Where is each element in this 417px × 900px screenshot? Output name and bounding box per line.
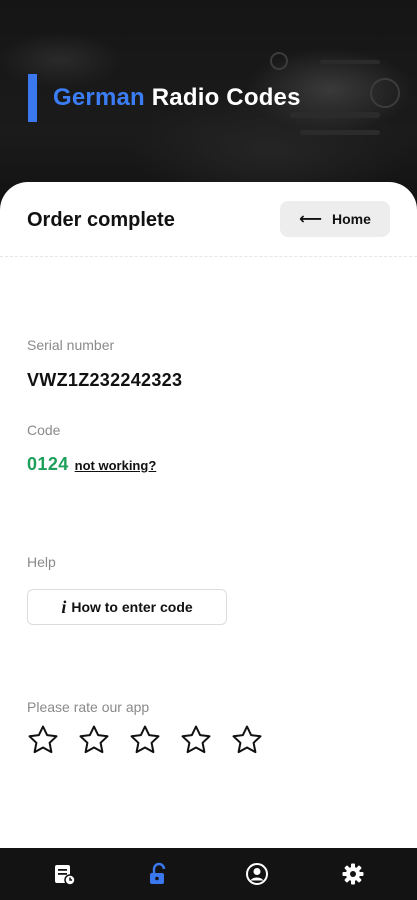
nav-orders[interactable] [52,862,76,886]
order-complete-sheet: Order complete ⟵ Home Serial number VWZ1… [0,182,417,848]
brand-accent-bar [28,74,37,122]
star-icon[interactable] [129,724,161,756]
app-title-accent: German [53,84,145,111]
radio-slot-decoration [290,112,380,118]
radio-slot-decoration [300,130,380,135]
radio-knob-decoration [370,78,400,108]
unlock-icon [150,862,166,884]
page-title: Order complete [27,209,175,231]
app-brand: German Radio Codes [28,74,301,122]
home-button[interactable]: ⟵ Home [280,201,390,237]
nav-settings[interactable] [341,862,365,886]
radio-slot-decoration [320,60,380,64]
how-to-enter-code-button[interactable]: i How to enter code [27,589,227,625]
star-icon[interactable] [27,724,59,756]
home-button-label: Home [332,211,371,227]
code-label: Code [27,422,61,438]
bottom-navigation [0,848,417,900]
not-working-link[interactable]: not working? [75,458,157,473]
star-rating [27,724,282,756]
account-icon [246,863,268,885]
radio-knob-decoration [270,52,288,70]
info-icon: i [61,596,67,617]
orders-icon [55,865,76,886]
app-title-rest: Radio Codes [144,84,301,111]
nav-unlock[interactable] [146,862,170,886]
code-row: 0124 not working? [27,454,156,475]
app-title: German Radio Codes [53,84,301,112]
nav-account[interactable] [245,862,269,886]
star-icon[interactable] [180,724,212,756]
star-icon[interactable] [78,724,110,756]
arrow-left-icon: ⟵ [299,211,323,228]
serial-number-label: Serial number [27,337,115,353]
star-icon[interactable] [231,724,263,756]
how-to-enter-code-label: How to enter code [71,599,193,615]
serial-number-value: VWZ1Z232242323 [27,370,183,390]
rate-app-label: Please rate our app [27,699,150,715]
code-value: 0124 [27,454,69,474]
settings-icon [342,863,364,885]
sheet-header: Order complete ⟵ Home [0,182,417,257]
help-label: Help [27,554,56,570]
